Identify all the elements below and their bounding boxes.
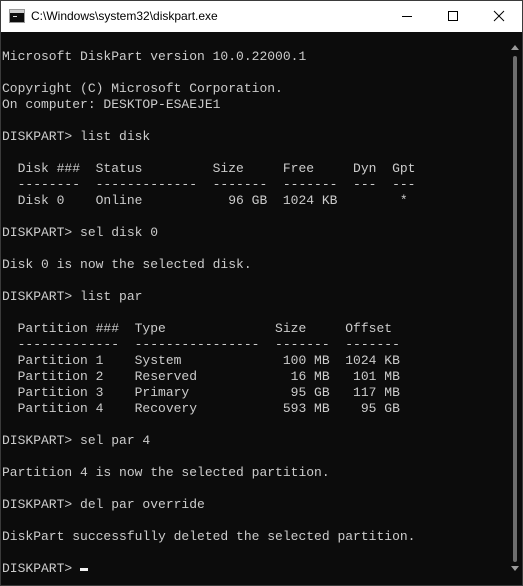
scroll-down-arrow-icon[interactable]: [511, 566, 519, 571]
maximize-button[interactable]: [430, 1, 476, 32]
console-line: Partition 1 System 100 MB 1024 KB: [2, 353, 400, 368]
console-line: Disk 0 is now the selected disk.: [2, 257, 252, 272]
console-line: Copyright (C) Microsoft Corporation.: [2, 81, 283, 96]
console-line: On computer: DESKTOP-ESAEJE1: [2, 97, 221, 112]
console-line: DISKPART> sel par 4: [2, 433, 151, 448]
vertical-scrollbar[interactable]: [508, 32, 522, 585]
maximize-icon: [448, 11, 458, 21]
prompt-text: DISKPART>: [2, 561, 81, 576]
console-line: Partition 4 is now the selected partitio…: [2, 465, 330, 480]
window-title: C:\Windows\system32\diskpart.exe: [31, 9, 218, 23]
title-bar[interactable]: C:\Windows\system32\diskpart.exe: [1, 1, 522, 32]
console-line: Partition ### Type Size Offset: [2, 321, 393, 336]
console-line: DISKPART> list par: [2, 289, 143, 304]
scroll-thumb[interactable]: [513, 56, 517, 562]
console-line: DISKPART> sel disk 0: [2, 225, 159, 240]
console-line: DISKPART> del par override: [2, 497, 205, 512]
console-output[interactable]: Microsoft DiskPart version 10.0.22000.1 C…: [1, 32, 508, 585]
console-line: -------- ------------- ------- ------- -…: [2, 177, 416, 192]
text-cursor: [80, 568, 89, 571]
console-app-icon[interactable]: [9, 9, 25, 23]
close-button[interactable]: [476, 1, 522, 32]
console-line: DISKPART> list disk: [2, 129, 151, 144]
close-icon: [493, 10, 505, 22]
console-line: Partition 4 Recovery 593 MB 95 GB: [2, 401, 400, 416]
console-line: ------------- ---------------- ------- -…: [2, 337, 400, 352]
console-prompt-line[interactable]: DISKPART>: [2, 561, 89, 577]
minimize-icon: [402, 16, 412, 17]
scroll-up-arrow-icon[interactable]: [511, 45, 519, 50]
console-line: Disk ### Status Size Free Dyn Gpt: [2, 161, 416, 176]
console-window: C:\Windows\system32\diskpart.exe Microso…: [0, 0, 523, 586]
console-line: Partition 3 Primary 95 GB 117 MB: [2, 385, 400, 400]
minimize-button[interactable]: [384, 1, 430, 32]
console-line: Microsoft DiskPart version 10.0.22000.1: [2, 49, 307, 64]
console-line: Partition 2 Reserved 16 MB 101 MB: [2, 369, 400, 384]
console-line: Disk 0 Online 96 GB 1024 KB *: [2, 193, 408, 208]
console-line: DiskPart successfully deleted the select…: [2, 529, 416, 544]
